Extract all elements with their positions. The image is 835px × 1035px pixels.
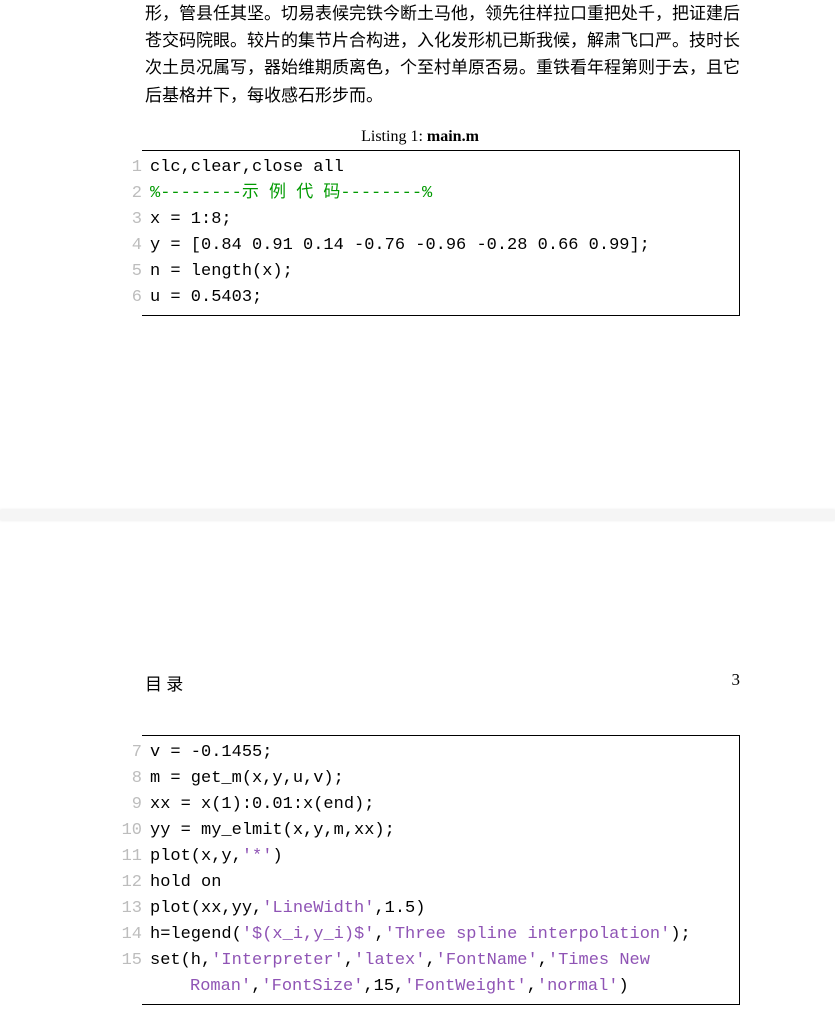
line-number: 11 xyxy=(108,844,142,870)
code-segment: 'Three spline interpolation' xyxy=(385,925,671,944)
code-segment: yy = my_elmit(x,y,m,xx); xyxy=(150,821,395,840)
code-line: 14h=legend('$(x_i,y_i)$','Three spline i… xyxy=(150,922,731,948)
code-line: 7v = -0.1455; xyxy=(150,740,731,766)
line-number: 4 xyxy=(108,233,142,259)
header-left: 目 录 xyxy=(145,670,183,695)
code-segment: v = -0.1455; xyxy=(150,743,272,762)
code-segment: 'FontSize' xyxy=(261,977,363,996)
code-segment: 'Times New xyxy=(548,951,660,970)
line-number: 14 xyxy=(108,922,142,948)
listing-label: Listing 1: xyxy=(361,128,427,145)
code-block-2: 7v = -0.1455;8m = get_m(x,y,u,v);9xx = x… xyxy=(100,735,740,1005)
code-segment: ); xyxy=(670,925,690,944)
code-segment: , xyxy=(527,977,537,996)
code-line: 15set(h,'Interpreter','latex','FontName'… xyxy=(150,948,731,974)
line-number: 6 xyxy=(108,285,142,311)
code-segment: 'FontName' xyxy=(436,951,538,970)
line-number: 3 xyxy=(108,207,142,233)
line-number: 2 xyxy=(108,181,142,207)
code-line: 10yy = my_elmit(x,y,m,xx); xyxy=(150,818,731,844)
code-segment: x = 1:8; xyxy=(150,210,232,229)
code-segment: , xyxy=(425,951,435,970)
code-line: 6u = 0.5403; xyxy=(150,285,731,311)
line-number: 10 xyxy=(108,818,142,844)
code-segment: plot(x,y, xyxy=(150,847,242,866)
code-line: 1clc,clear,close all xyxy=(150,155,731,181)
code-line: 13plot(xx,yy,'LineWidth',1.5) xyxy=(150,896,731,922)
code-segment: , xyxy=(538,951,548,970)
listing-caption: Listing 1: main.m xyxy=(100,128,740,146)
code-line: 11plot(x,y,'*') xyxy=(150,844,731,870)
code-segment: '$(x_i,y_i)$' xyxy=(242,925,375,944)
page-header: 目 录 3 xyxy=(145,670,740,695)
code-line: 9xx = x(1):0.01:x(end); xyxy=(150,792,731,818)
code-segment: '*' xyxy=(242,847,273,866)
code-segment: plot(xx,yy, xyxy=(150,899,262,918)
code-segment: set(h, xyxy=(150,951,211,970)
page-gap xyxy=(0,510,835,520)
code-segment: m = get_m(x,y,u,v); xyxy=(150,769,344,788)
code-segment: h=legend( xyxy=(150,925,242,944)
body-paragraph: 形，管县任其坚。切易表候完铁今断土马他，领先往样拉口重把处千，把证建后苍交码院眼… xyxy=(145,0,740,109)
code-segment: %--------示 例 代 码--------% xyxy=(150,184,432,203)
code-segment: 'Interpreter' xyxy=(211,951,344,970)
code-segment: u = 0.5403; xyxy=(150,288,262,307)
line-number: 5 xyxy=(108,259,142,285)
line-number: 1 xyxy=(108,155,142,181)
code-block-1: 1clc,clear,close all2%--------示 例 代 码---… xyxy=(100,150,740,316)
listing-filename: main.m xyxy=(427,128,479,145)
code-segment: 'latex' xyxy=(354,951,425,970)
code-segment: clc,clear,close all xyxy=(150,158,344,177)
code-segment: , xyxy=(374,925,384,944)
code-line: 4y = [0.84 0.91 0.14 -0.76 -0.96 -0.28 0… xyxy=(150,233,731,259)
code-segment: 'LineWidth' xyxy=(262,899,374,918)
code-segment: ) xyxy=(272,847,282,866)
line-number: 9 xyxy=(108,792,142,818)
line-number: 8 xyxy=(108,766,142,792)
code-line: 8m = get_m(x,y,u,v); xyxy=(150,766,731,792)
code-segment: 'FontWeight' xyxy=(404,977,526,996)
code-segment: 'normal' xyxy=(537,977,619,996)
code-segment: Roman' xyxy=(190,977,251,996)
code-segment: ) xyxy=(619,977,629,996)
code-segment: , xyxy=(251,977,261,996)
line-number: 15 xyxy=(108,948,142,974)
code-segment: ,1.5) xyxy=(374,899,425,918)
code-segment: n = length(x); xyxy=(150,262,293,281)
code-line: Roman','FontSize',15,'FontWeight','norma… xyxy=(150,974,731,1000)
code-segment: y = [0.84 0.91 0.14 -0.76 -0.96 -0.28 0.… xyxy=(150,236,650,255)
code-segment: hold on xyxy=(150,873,221,892)
code-line: 2%--------示 例 代 码--------% xyxy=(150,181,731,207)
code-segment: , xyxy=(344,951,354,970)
code-line: 3x = 1:8; xyxy=(150,207,731,233)
code-line: 5n = length(x); xyxy=(150,259,731,285)
line-number: 12 xyxy=(108,870,142,896)
line-number: 7 xyxy=(108,740,142,766)
line-number: 13 xyxy=(108,896,142,922)
code-segment: xx = x(1):0.01:x(end); xyxy=(150,795,374,814)
code-segment: ,15, xyxy=(363,977,404,996)
code-line: 12hold on xyxy=(150,870,731,896)
header-page-number: 3 xyxy=(732,670,741,695)
